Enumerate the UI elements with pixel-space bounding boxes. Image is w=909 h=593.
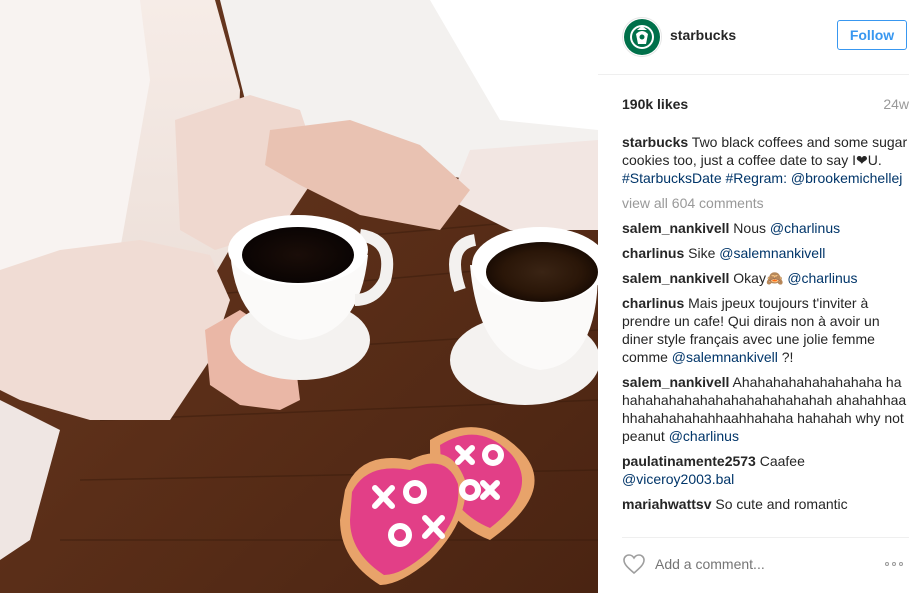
- comment-username[interactable]: salem_nankivell: [622, 270, 729, 286]
- comment-item: salem_nankivell Nous @charlinus: [622, 219, 909, 237]
- post-photo[interactable]: [0, 0, 598, 593]
- comment-mention[interactable]: @charlinus: [770, 220, 840, 236]
- hashtag-starbucksdate[interactable]: #StarbucksDate: [622, 170, 722, 186]
- caption-text-2: U.: [867, 152, 882, 168]
- comment-mention[interactable]: @charlinus: [787, 270, 857, 286]
- comment-username[interactable]: paulatinamente2573: [622, 453, 756, 469]
- starbucks-logo-icon: [624, 19, 660, 55]
- coffee-date-image: [0, 0, 598, 593]
- comment-username[interactable]: salem_nankivell: [622, 220, 729, 236]
- comment-username[interactable]: charlinus: [622, 295, 684, 311]
- instagram-post: starbucks Follow 190k likes 24w starbuck…: [0, 0, 909, 593]
- heart-emoji-icon: ❤: [856, 152, 868, 168]
- comment-item: salem_nankivell Okay🙈 @charlinus: [622, 269, 909, 287]
- ellipsis-icon[interactable]: [885, 562, 903, 566]
- monkey-emoji-icon: 🙈: [765, 270, 784, 286]
- comment-item: charlinus Mais jpeux toujours t'inviter …: [622, 294, 909, 366]
- comment-item: mariahwattsv So cute and romantic: [622, 495, 909, 513]
- post-sidebar: starbucks Follow 190k likes 24w starbuck…: [598, 0, 909, 593]
- comment-text: Okay: [733, 270, 766, 286]
- add-comment-input[interactable]: [655, 556, 845, 572]
- comment-item: charlinus Sike @salemnankivell: [622, 244, 909, 262]
- comment-mention[interactable]: @viceroy2003.bal: [622, 471, 734, 487]
- view-all-comments-link[interactable]: view all 604 comments: [622, 194, 909, 212]
- comment-text: Caafee: [759, 453, 805, 469]
- follow-button[interactable]: Follow: [837, 20, 907, 50]
- comments-list[interactable]: starbucks Two black coffees and some sug…: [622, 133, 909, 529]
- comment-mention[interactable]: @charlinus: [669, 428, 739, 444]
- starbucks-logo-avatar[interactable]: [622, 17, 662, 57]
- comment-item: salem_nankivell Ahahahahahahahahaha haha…: [622, 373, 909, 445]
- comment-username[interactable]: charlinus: [622, 245, 684, 261]
- caption: starbucks Two black coffees and some sug…: [622, 133, 909, 187]
- mention-brookemichellej[interactable]: @brookemichellej: [791, 170, 902, 186]
- hashtag-regram[interactable]: #Regram:: [726, 170, 787, 186]
- heart-icon[interactable]: [622, 553, 646, 575]
- comment-text: Sike: [688, 245, 716, 261]
- post-age: 24w: [883, 96, 909, 112]
- comment-text: So cute and romantic: [715, 496, 848, 512]
- post-username[interactable]: starbucks: [670, 27, 736, 43]
- post-header: starbucks Follow: [598, 0, 909, 75]
- comment-username[interactable]: mariahwattsv: [622, 496, 711, 512]
- comment-mention[interactable]: @salemnankivell: [719, 245, 825, 261]
- comment-mention[interactable]: @salemnankivell: [672, 349, 778, 365]
- caption-username[interactable]: starbucks: [622, 134, 688, 150]
- comment-text-tail: ?!: [781, 349, 794, 365]
- comment-text: Nous: [733, 220, 766, 236]
- likes-count[interactable]: 190k likes: [622, 96, 688, 112]
- comment-item: paulatinamente2573 Caafee @viceroy2003.b…: [622, 452, 909, 488]
- comment-username[interactable]: salem_nankivell: [622, 374, 729, 390]
- divider: [622, 537, 909, 538]
